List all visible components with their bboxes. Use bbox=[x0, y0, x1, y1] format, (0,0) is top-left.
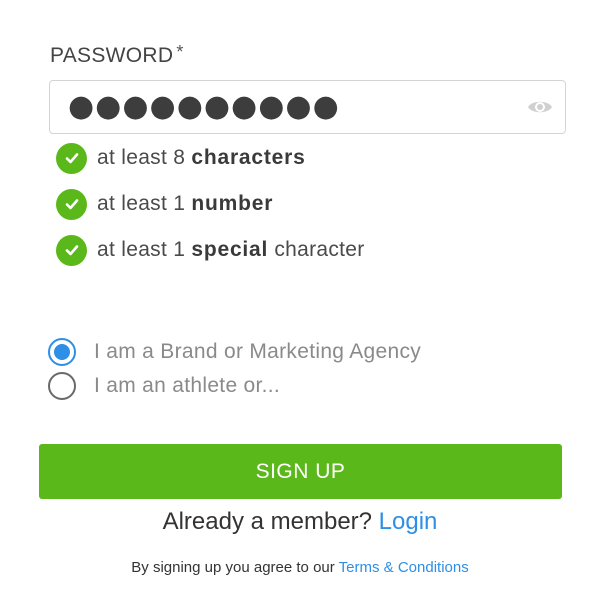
check-icon bbox=[56, 142, 87, 174]
rule-prefix: at least 1 bbox=[97, 192, 192, 215]
already-member-text: Already a member? bbox=[162, 508, 379, 535]
radio-selected-icon[interactable] bbox=[48, 338, 76, 366]
signup-form: PASSWORD * ●●●●●●●●●● at least 8 charact… bbox=[0, 0, 600, 600]
required-marker: * bbox=[176, 42, 184, 62]
rule-text: at least 1 special character bbox=[97, 238, 365, 262]
password-rules-list: at least 8 characters at least 1 number … bbox=[56, 142, 365, 280]
account-type-option-brand[interactable]: I am a Brand or Marketing Agency bbox=[48, 335, 421, 369]
rule-prefix: at least 8 bbox=[97, 146, 192, 169]
sign-up-button[interactable]: SIGN UP bbox=[39, 444, 562, 499]
terms-link[interactable]: Terms & Conditions bbox=[339, 559, 469, 576]
password-rule: at least 1 special character bbox=[56, 234, 365, 266]
password-label-row: PASSWORD * bbox=[50, 42, 184, 68]
password-value[interactable]: ●●●●●●●●●● bbox=[68, 92, 527, 122]
rule-bold: characters bbox=[191, 146, 306, 169]
account-type-group: I am a Brand or Marketing Agency I am an… bbox=[48, 335, 421, 403]
radio-label[interactable]: I am a Brand or Marketing Agency bbox=[94, 340, 421, 364]
login-link[interactable]: Login bbox=[379, 508, 438, 535]
rule-suffix: character bbox=[268, 238, 365, 261]
password-label: PASSWORD bbox=[50, 44, 174, 67]
rule-text: at least 1 number bbox=[97, 192, 273, 216]
rule-text: at least 8 characters bbox=[97, 146, 306, 170]
terms-text: By signing up you agree to our bbox=[131, 559, 339, 576]
radio-label[interactable]: I am an athlete or... bbox=[94, 374, 280, 398]
password-input[interactable]: ●●●●●●●●●● bbox=[49, 80, 566, 134]
password-rule: at least 1 number bbox=[56, 188, 365, 220]
rule-bold: number bbox=[191, 192, 274, 215]
account-type-option-athlete[interactable]: I am an athlete or... bbox=[48, 369, 421, 403]
radio-unselected-icon[interactable] bbox=[48, 372, 76, 400]
rule-prefix: at least 1 bbox=[97, 238, 192, 261]
rule-bold: special bbox=[191, 238, 269, 261]
password-rule: at least 8 characters bbox=[56, 142, 365, 174]
terms-row: By signing up you agree to our Terms & C… bbox=[0, 559, 600, 576]
eye-icon[interactable] bbox=[527, 98, 553, 116]
already-member-row: Already a member? Login bbox=[0, 508, 600, 536]
check-icon bbox=[56, 188, 87, 220]
check-icon bbox=[56, 234, 87, 266]
